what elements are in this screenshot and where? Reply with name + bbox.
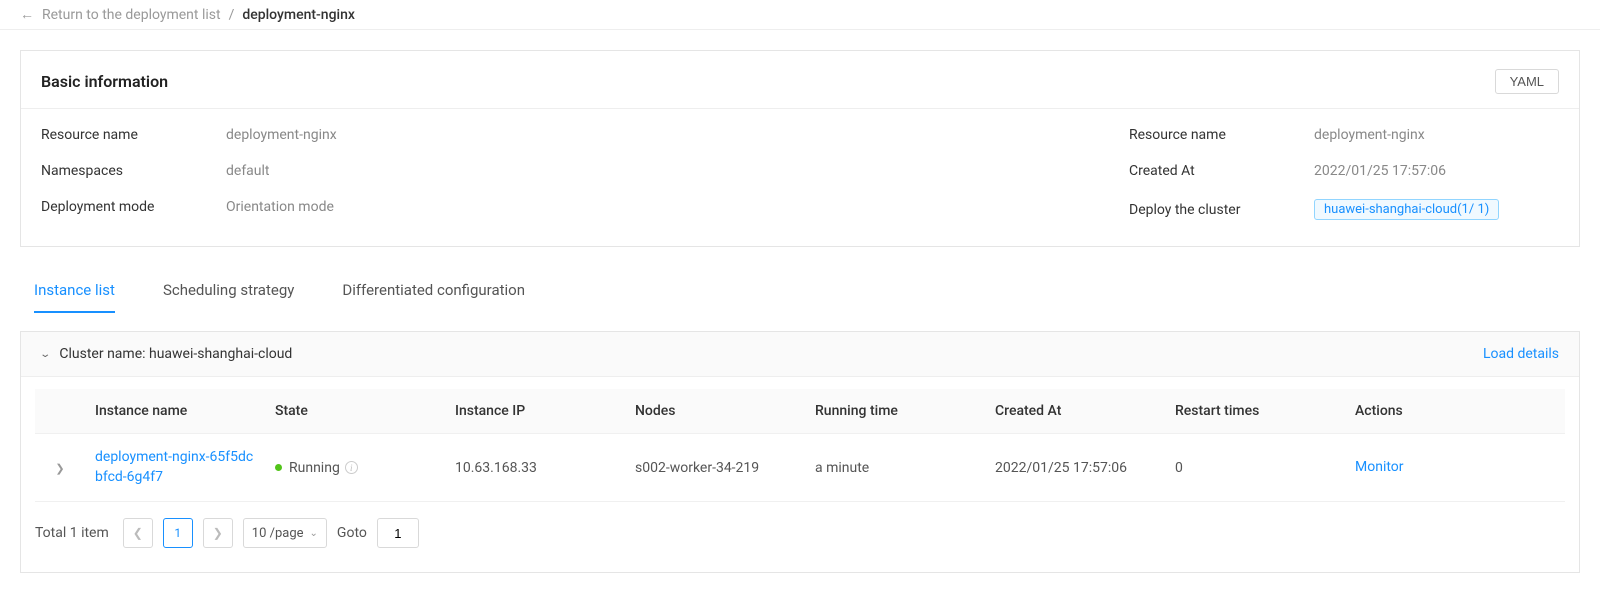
col-header: Actions	[1345, 389, 1565, 434]
yaml-button[interactable]: YAML	[1495, 69, 1559, 94]
table-row: ❯ deployment-nginx-65f5dcbfcd-6g4f7 Runnin…	[35, 434, 1565, 502]
cell-running_time: a minute	[805, 434, 985, 502]
col-header: Running time	[805, 389, 985, 434]
info-icon[interactable]: i	[345, 461, 358, 474]
tab-differentiated-configuration[interactable]: Differentiated configuration	[342, 273, 525, 312]
info-label: Resource name	[1129, 127, 1314, 143]
info-label: Resource name	[41, 127, 226, 143]
info-row: Resource namedeployment-nginx	[1129, 127, 1559, 143]
info-value: deployment-nginx	[226, 127, 337, 143]
pagination-prev[interactable]: ❮	[123, 518, 153, 548]
col-header: Instance IP	[445, 389, 625, 434]
breadcrumb: ← Return to the deployment list / deploy…	[0, 0, 1600, 30]
state-dot-icon	[275, 464, 282, 471]
tabs: Instance list Scheduling strategy Differen…	[20, 267, 1580, 313]
info-row: Created At2022/01/25 17:57:06	[1129, 163, 1559, 179]
info-row: Resource namedeployment-nginx	[41, 127, 1129, 143]
breadcrumb-current: deployment-nginx	[242, 7, 355, 23]
info-label: Deploy the cluster	[1129, 202, 1314, 218]
tab-instance-list[interactable]: Instance list	[34, 273, 115, 313]
back-arrow-icon[interactable]: ←	[20, 6, 34, 23]
cluster-panel: ⌄ Cluster name: huawei-shanghai-cloud Lo…	[20, 331, 1580, 573]
info-value: default	[226, 163, 270, 179]
info-label: Namespaces	[41, 163, 226, 179]
monitor-action[interactable]: Monitor	[1355, 459, 1404, 475]
pagination-goto-label: Goto	[337, 525, 367, 541]
breadcrumb-separator: /	[229, 7, 235, 23]
instance-name-link[interactable]: deployment-nginx-65f5dcbfcd-6g4f7	[95, 448, 255, 487]
info-value: Orientation mode	[226, 199, 334, 215]
basic-info-title: Basic information	[41, 72, 168, 91]
info-value: 2022/01/25 17:57:06	[1314, 163, 1446, 179]
pagination-size-label: 10 /page	[252, 526, 304, 541]
info-row: Namespacesdefault	[41, 163, 1129, 179]
col-header: Created At	[985, 389, 1165, 434]
info-label: Created At	[1129, 163, 1314, 179]
state-text: Running	[289, 460, 340, 476]
expand-row-icon[interactable]: ❯	[55, 462, 64, 475]
pagination-size-select[interactable]: 10 /page ⌄	[243, 518, 327, 548]
info-value: deployment-nginx	[1314, 127, 1425, 143]
info-label: Deployment mode	[41, 199, 226, 215]
pagination-page-1[interactable]: 1	[163, 518, 193, 548]
basic-info-card: Basic information YAML Resource namedepl…	[20, 50, 1580, 247]
pagination-next[interactable]: ❯	[203, 518, 233, 548]
cluster-name-label: Cluster name: huawei-shanghai-cloud	[59, 346, 292, 362]
cluster-tag[interactable]: huawei-shanghai-cloud(1/ 1)	[1314, 199, 1499, 220]
instance-table: Instance nameStateInstance IPNodesRunnin…	[35, 389, 1565, 502]
pagination: Total 1 item ❮ 1 ❯ 10 /page ⌄ Goto	[35, 502, 1565, 560]
col-header: Nodes	[625, 389, 805, 434]
pagination-total: Total 1 item	[35, 525, 109, 541]
chevron-down-icon[interactable]: ⌄	[39, 349, 51, 360]
cell-created_at: 2022/01/25 17:57:06	[985, 434, 1165, 502]
tab-scheduling-strategy[interactable]: Scheduling strategy	[163, 273, 294, 312]
col-header: Instance name	[85, 389, 265, 434]
col-header: State	[265, 389, 445, 434]
load-details-link[interactable]: Load details	[1483, 346, 1559, 362]
chevron-down-icon: ⌄	[310, 528, 318, 539]
info-row: Deployment modeOrientation mode	[41, 199, 1129, 215]
cell-instance_ip: 10.63.168.33	[445, 434, 625, 502]
cell-nodes: s002-worker-34-219	[625, 434, 805, 502]
col-header: Restart times	[1165, 389, 1345, 434]
pagination-goto-input[interactable]	[377, 518, 419, 548]
info-row: Deploy the clusterhuawei-shanghai-cloud(…	[1129, 199, 1559, 220]
cell-restart_times: 0	[1165, 434, 1345, 502]
breadcrumb-back-link[interactable]: Return to the deployment list	[42, 7, 221, 23]
